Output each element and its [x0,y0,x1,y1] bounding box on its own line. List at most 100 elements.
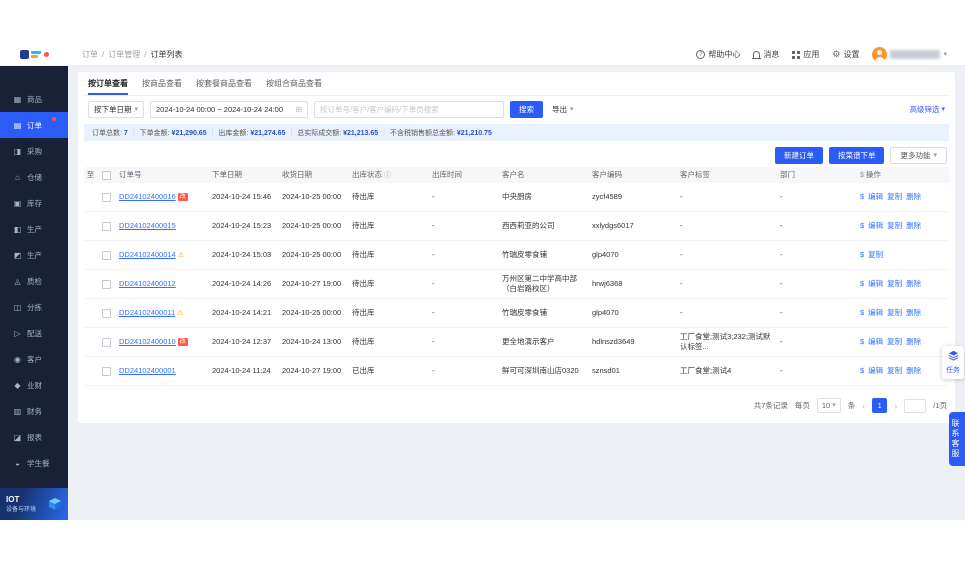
sidebar-item-procurement[interactable]: ◨ 采购 [0,138,68,164]
price-icon[interactable]: $ [860,366,864,376]
col-customer[interactable]: 客户名 [498,168,588,182]
col-customer-tag[interactable]: 客户标签 [676,168,776,182]
view-tab[interactable]: 按订单查看 [88,72,128,95]
row-checkbox-cell[interactable] [97,221,115,231]
row-action-link[interactable]: 编辑 [868,279,883,289]
price-icon[interactable]: $ [860,250,864,260]
row-checkbox-cell[interactable] [97,337,115,347]
search-button[interactable]: 搜索 [510,100,544,118]
checkbox[interactable] [101,250,111,260]
row-action-link[interactable]: 删除 [906,308,921,318]
app-logo[interactable] [0,50,68,59]
sidebar-item-warehouse[interactable]: ⌂ 仓储 [0,164,68,190]
order-by-menu-button[interactable]: 按菜谱下单 [828,146,885,164]
row-action-link[interactable]: 复制 [887,308,902,318]
export-button[interactable]: 导出 ▾ [549,101,577,118]
order-no-link[interactable]: DD24102400014 [119,250,176,259]
sidebar-item-orders[interactable]: ▤ 订单 [0,112,68,138]
messages-button[interactable]: 消息 [752,49,779,60]
price-icon[interactable]: $ [860,221,864,231]
user-menu[interactable]: ▾ [872,47,947,62]
col-dept[interactable]: 部门 [776,168,856,182]
select-all-checkbox[interactable] [97,170,115,180]
page-jump-input[interactable] [904,398,927,413]
row-checkbox-cell[interactable] [97,192,115,202]
order-no-link[interactable]: DD24102400001 [119,366,176,375]
row-action-link[interactable]: 复制 [887,279,902,289]
row-action-link[interactable]: 复制 [887,337,902,347]
order-no-link[interactable]: DD24102400015 [119,221,176,230]
view-tab[interactable]: 按商品查看 [142,72,182,95]
view-tab[interactable]: 按套餐商品查看 [196,72,252,95]
sidebar-item-reports[interactable]: ◪ 报表 [0,424,68,450]
help-center-button[interactable]: ? 帮助中心 [696,49,740,60]
breadcrumb-item[interactable]: 订单管理 [108,49,140,60]
apps-button[interactable]: 应用 [792,49,819,60]
breadcrumb-item[interactable]: 订单 [82,49,98,60]
col-order-no[interactable]: 订单号 [115,168,208,182]
col-customer-code[interactable]: 客户编码 [588,168,676,182]
row-action-link[interactable]: 删除 [906,337,921,347]
expand-all-header[interactable]: 至 [84,170,97,180]
col-order-date[interactable]: 下单日期 [208,168,278,182]
checkbox[interactable] [101,279,111,289]
column-settings-icon[interactable]: $ [860,172,864,179]
row-checkbox-cell[interactable] [97,279,115,289]
row-action-link[interactable]: 复制 [887,221,902,231]
row-checkbox-cell[interactable] [97,308,115,318]
row-action-link[interactable]: 删除 [906,192,921,202]
sidebar-item-quality[interactable]: ◬ 质检 [0,268,68,294]
row-action-link[interactable]: 复制 [868,250,883,260]
next-page-button[interactable]: › [894,401,897,411]
order-no-link[interactable]: DD24102400016 [119,192,176,201]
order-no-link[interactable]: DD24102400012 [119,279,176,288]
info-icon[interactable]: ⓘ [384,172,391,179]
row-action-link[interactable]: 删除 [906,279,921,289]
sidebar-item-business-finance[interactable]: ◆ 业财 [0,372,68,398]
current-page[interactable]: 1 [872,398,888,413]
price-icon[interactable]: $ [860,192,864,202]
more-functions-button[interactable]: 更多功能 ▾ [890,146,947,164]
price-icon[interactable]: $ [860,308,864,318]
sidebar-item-sorting[interactable]: ◫ 分拣 [0,294,68,320]
sidebar-item-student-meals[interactable]: ◒ 学生餐 [0,450,68,476]
sidebar-item-customers[interactable]: ◉ 客户 [0,346,68,372]
col-receive-date[interactable]: 收货日期 [278,168,348,182]
col-out-time[interactable]: 出库时间 [428,168,498,182]
col-out-status[interactable]: 出库状态 ⓘ [348,168,428,183]
checkbox[interactable] [101,221,111,231]
sidebar-item-inventory[interactable]: ▣ 库存 [0,190,68,216]
advanced-filter-link[interactable]: 高级筛选 ▾ [909,104,945,115]
checkbox[interactable] [101,337,111,347]
view-tab[interactable]: 按组合商品查看 [266,72,322,95]
order-no-link[interactable]: DD24102400010 [119,337,176,346]
row-checkbox-cell[interactable] [97,250,115,260]
row-action-link[interactable]: 复制 [887,366,902,376]
checkbox[interactable] [101,170,111,180]
sidebar-item-delivery[interactable]: ▷ 配送 [0,320,68,346]
settings-button[interactable]: ⚙ 设置 [832,49,859,60]
new-order-button[interactable]: 新建订单 [774,146,823,164]
per-page-select[interactable]: 10 ▾ [816,398,841,413]
prev-page-button[interactable]: ‹ [862,401,865,411]
sidebar-item-production-2[interactable]: ◩ 生产 [0,242,68,268]
checkbox[interactable] [101,308,111,318]
search-input[interactable] [314,100,505,118]
date-range-input[interactable]: 2024-10-24 00:00 ~ 2024-10-24 24:00 ⊞ [150,100,309,118]
row-action-link[interactable]: 编辑 [868,366,883,376]
row-action-link[interactable]: 编辑 [868,221,883,231]
sidebar-item-goods[interactable]: ▦ 商品 [0,86,68,112]
order-no-link[interactable]: DD24102400011 [119,308,175,317]
row-action-link[interactable]: 编辑 [868,337,883,347]
row-action-link[interactable]: 删除 [906,221,921,231]
sidebar-item-finance[interactable]: ▥ 财务 [0,398,68,424]
price-icon[interactable]: $ [860,279,864,289]
checkbox[interactable] [101,366,111,376]
row-action-link[interactable]: 编辑 [868,308,883,318]
checkbox[interactable] [101,192,111,202]
row-checkbox-cell[interactable] [97,366,115,376]
iot-banner[interactable]: IOT 设备与环境 [0,488,68,520]
date-type-select[interactable]: 按下单日期 ▾ [88,100,145,118]
customer-service-button[interactable]: 联系客服 [949,412,965,466]
row-action-link[interactable]: 编辑 [868,192,883,202]
